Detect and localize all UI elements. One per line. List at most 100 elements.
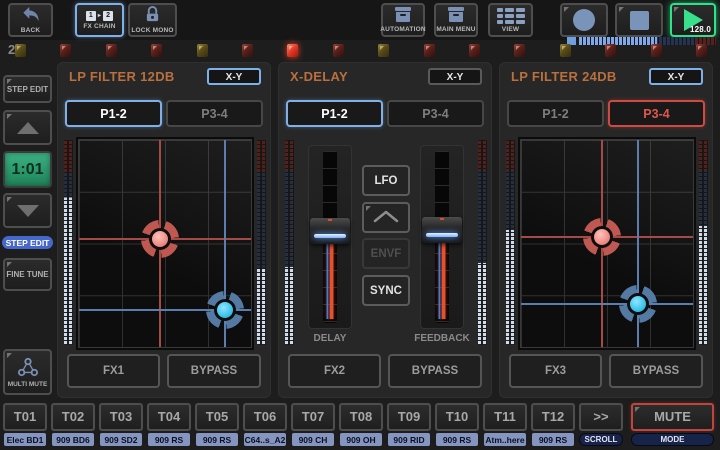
track-name-label: 909 RS — [436, 433, 478, 446]
track-name-label: Atm..here — [484, 433, 526, 446]
top-toolbar: BACK 1▸2 FX CHAIN LOCK MONO AUTOMATION M… — [0, 0, 720, 40]
mute-mode-button[interactable]: MUTE — [631, 403, 714, 431]
delay-slider[interactable] — [308, 145, 352, 329]
step-down-button[interactable] — [3, 193, 52, 228]
tab-p1-2[interactable]: P1-2 — [65, 100, 162, 127]
xy-mode-button[interactable]: X-Y — [428, 68, 482, 85]
pattern-pad-indicator[interactable] — [696, 44, 707, 57]
lfo-shape-button[interactable] — [362, 202, 410, 233]
track-button-t02[interactable]: T02 — [51, 403, 95, 431]
pattern-pad-indicator[interactable] — [151, 44, 162, 57]
pattern-pad-indicator[interactable] — [15, 44, 26, 57]
pattern-pad-indicator[interactable] — [106, 44, 117, 57]
main-menu-button[interactable]: MAIN MENU — [434, 3, 478, 37]
pattern-pad-indicator[interactable] — [514, 44, 525, 57]
pattern-pad-indicator[interactable] — [560, 44, 571, 57]
panel-title: LP FILTER 12DB — [69, 69, 175, 84]
track-button-t08[interactable]: T08 — [339, 403, 383, 431]
transport-progress-bar — [567, 37, 716, 45]
track-name-label: 909 RID — [388, 433, 430, 446]
slider-handle[interactable] — [310, 218, 350, 244]
pattern-pad-indicator[interactable] — [651, 44, 662, 57]
bypass-button[interactable]: BYPASS — [609, 354, 703, 388]
scroll-label: SCROLL — [579, 433, 623, 446]
lock-icon — [145, 6, 160, 25]
track-button-t10[interactable]: T10 — [435, 403, 479, 431]
track-button-t04[interactable]: T04 — [147, 403, 191, 431]
view-label: VIEW — [502, 26, 519, 33]
record-button[interactable] — [560, 3, 608, 37]
xy-pad-surface[interactable] — [78, 139, 252, 348]
feedback-slider[interactable] — [420, 145, 464, 329]
track-button-t12[interactable]: T12 — [531, 403, 575, 431]
tab-p3-4[interactable]: P3-4 — [387, 100, 484, 127]
automation-drawer-icon — [394, 7, 412, 24]
fx-panel-1: LP FILTER 12DB X-Y P1-2 P3-4 FX1 BYPASS — [57, 62, 271, 398]
automation-button[interactable]: AUTOMATION — [381, 3, 425, 37]
track-scroll-button[interactable]: >> — [579, 403, 623, 431]
xy-pad-surface[interactable] — [520, 139, 694, 348]
tab-p1-2[interactable]: P1-2 — [286, 100, 383, 127]
lfo-button[interactable]: LFO — [362, 165, 410, 196]
slider-handle[interactable] — [422, 217, 462, 243]
track-button-t01[interactable]: T01 — [3, 403, 47, 431]
fx-select-button[interactable]: FX3 — [509, 354, 602, 388]
stop-button[interactable] — [615, 3, 663, 37]
track-button-t06[interactable]: T06 — [243, 403, 287, 431]
envf-button[interactable]: ENVF — [362, 238, 410, 269]
track-button-t09[interactable]: T09 — [387, 403, 431, 431]
tab-p3-4[interactable]: P3-4 — [166, 100, 263, 127]
fx-select-button[interactable]: FX1 — [67, 354, 160, 388]
view-button[interactable]: VIEW — [488, 3, 533, 37]
pattern-pad-indicator[interactable] — [378, 44, 389, 57]
track-name-label: 909 OH — [340, 433, 382, 446]
bypass-button[interactable]: BYPASS — [167, 354, 261, 388]
red-xy-handle[interactable] — [141, 220, 179, 258]
blue-xy-handle[interactable] — [619, 285, 657, 323]
xy-mode-button[interactable]: X-Y — [207, 68, 261, 85]
track-name-label: 909 RS — [532, 433, 574, 446]
track-button-t11[interactable]: T11 — [483, 403, 527, 431]
chevron-wave-icon — [373, 209, 399, 226]
panel-title: X-DELAY — [290, 69, 348, 84]
red-xy-handle[interactable] — [583, 218, 621, 256]
pattern-pad-indicator[interactable] — [242, 44, 253, 57]
fx-panel-2: X-DELAY X-Y P1-2 P3-4 DELAY FEEDBACK LFO… — [278, 62, 492, 398]
tab-p1-2[interactable]: P1-2 — [507, 100, 604, 127]
back-icon — [20, 6, 42, 25]
sync-button[interactable]: SYNC — [362, 275, 410, 306]
main-menu-label: MAIN MENU — [436, 26, 475, 33]
track-name-label: 909 RS — [196, 433, 238, 446]
pattern-pad-indicator[interactable] — [605, 44, 616, 57]
track-button-t07[interactable]: T07 — [291, 403, 335, 431]
track-button-t05[interactable]: T05 — [195, 403, 239, 431]
play-button[interactable]: 128.0 — [670, 3, 716, 37]
step-edit-button[interactable]: STEP EDIT — [3, 75, 52, 103]
track-name-label: 909 CH — [292, 433, 334, 446]
view-grid-icon — [497, 8, 525, 24]
xy-mode-button[interactable]: X-Y — [649, 68, 703, 85]
back-button[interactable]: BACK — [8, 3, 53, 37]
lock-mono-button[interactable]: LOCK MONO — [128, 3, 177, 37]
track-button-t03[interactable]: T03 — [99, 403, 143, 431]
multi-mute-button[interactable]: MULTI MUTE — [3, 349, 52, 395]
blue-xy-handle[interactable] — [206, 291, 244, 329]
fx-chain-button[interactable]: 1▸2 FX CHAIN — [75, 3, 124, 37]
pattern-pad-indicator[interactable] — [469, 44, 480, 57]
tab-p3-4[interactable]: P3-4 — [608, 100, 705, 127]
mode-label: MODE — [631, 433, 714, 446]
pattern-pad-indicator[interactable] — [287, 44, 298, 57]
pattern-pad-indicator[interactable] — [197, 44, 208, 57]
blue-crosshair-horizontal — [521, 303, 693, 305]
pattern-pad-indicator[interactable] — [60, 44, 71, 57]
fx-select-button[interactable]: FX2 — [288, 354, 381, 388]
track-name-label: 909 BD6 — [52, 433, 94, 446]
fx-chain-icon: 1▸2 — [86, 11, 113, 21]
pattern-pad-indicator[interactable] — [424, 44, 435, 57]
slider-fill — [327, 241, 334, 319]
pattern-pad-indicator[interactable] — [333, 44, 344, 57]
step-up-button[interactable] — [3, 110, 52, 145]
bypass-button[interactable]: BYPASS — [388, 354, 482, 388]
xy-pad-area — [499, 139, 713, 346]
fine-tune-button[interactable]: FINE TUNE — [3, 258, 52, 291]
